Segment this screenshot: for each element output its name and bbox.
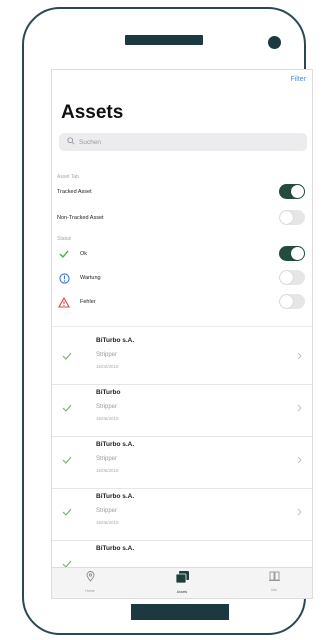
asset-date: 16/06/2019: [96, 416, 119, 421]
info-circle-icon: [57, 272, 71, 284]
check-icon: [57, 250, 71, 258]
tab-home[interactable]: Home: [70, 571, 110, 593]
asset-name: BiTurbo s.A.: [96, 337, 135, 344]
app-screen: Filter Assets Suchen Asset Tab Tracked A…: [51, 69, 313, 599]
phone-speaker: [125, 35, 203, 45]
check-icon: [62, 404, 72, 414]
tab-assets[interactable]: Assets: [162, 571, 202, 594]
section-divider: [52, 326, 312, 327]
tab-label: Info: [271, 588, 277, 592]
search-input[interactable]: Suchen: [59, 133, 307, 151]
list-item[interactable]: BiTurbo s.A. Stripper 16/02/2019: [52, 332, 312, 385]
page-title: Assets: [61, 102, 124, 123]
chevron-right-icon: [297, 404, 302, 414]
asset-date: 16/06/2019: [96, 520, 119, 525]
filter-row-non-tracked-asset: Non-Tracked Asset: [57, 210, 309, 226]
list-item[interactable]: BiTurbo s.A. Stripper 16/06/2019: [52, 436, 312, 489]
asset-date: 16/06/2019: [96, 468, 119, 473]
asset-name: BiTurbo s.A.: [96, 493, 135, 500]
status-label: Wartung: [80, 275, 101, 281]
status-row-fehler: Fehler: [57, 294, 309, 310]
assets-stack-icon: [162, 571, 202, 586]
tab-info[interactable]: Info: [254, 571, 294, 592]
tab-bar: Home Assets Info: [52, 567, 312, 598]
filter-row-label: Tracked Asset: [57, 189, 92, 195]
list-item[interactable]: BiTurbo Stripper 16/06/2019: [52, 384, 312, 437]
asset-type: Stripper: [96, 508, 118, 514]
tab-label: Assets: [176, 590, 188, 594]
asset-name: BiTurbo: [96, 389, 121, 396]
tracked-asset-toggle[interactable]: [279, 184, 305, 199]
asset-tab-section-label: Asset Tab: [57, 174, 79, 180]
location-pin-icon: [70, 571, 110, 585]
check-icon: [62, 508, 72, 518]
search-placeholder: Suchen: [79, 138, 102, 146]
asset-name: BiTurbo s.A.: [96, 545, 135, 552]
status-fehler-toggle[interactable]: [279, 294, 305, 309]
search-icon: [67, 137, 77, 147]
status-row-ok: Ok: [57, 246, 309, 262]
asset-date: 16/02/2019: [96, 364, 119, 369]
phone-camera: [268, 36, 281, 49]
check-icon: [62, 352, 72, 362]
check-icon: [62, 456, 72, 466]
list-item[interactable]: BiTurbo s.A. Stripper 16/06/2019: [52, 488, 312, 541]
chevron-right-icon: [297, 508, 302, 518]
status-section-label: Status: [57, 236, 72, 242]
warning-triangle-icon: [57, 296, 71, 308]
asset-name: BiTurbo s.A.: [96, 441, 135, 448]
status-wartung-toggle[interactable]: [279, 270, 305, 285]
status-label: Fehler: [80, 299, 96, 305]
status-ok-toggle[interactable]: [279, 246, 305, 261]
filter-button[interactable]: Filter: [290, 76, 306, 83]
filter-row-label: Non-Tracked Asset: [57, 215, 104, 221]
status-row-wartung: Wartung: [57, 270, 309, 286]
chevron-right-icon: [297, 456, 302, 466]
asset-type: Stripper: [96, 456, 118, 462]
building-icon: [254, 571, 294, 584]
chevron-right-icon: [297, 352, 302, 362]
asset-type: Stripper: [96, 404, 118, 410]
tab-label: Home: [85, 589, 95, 593]
phone-home-button[interactable]: [131, 604, 229, 620]
filter-row-tracked-asset: Tracked Asset: [57, 184, 309, 200]
non-tracked-asset-toggle[interactable]: [279, 210, 305, 225]
asset-type: Stripper: [96, 352, 118, 358]
status-label: Ok: [80, 251, 88, 257]
